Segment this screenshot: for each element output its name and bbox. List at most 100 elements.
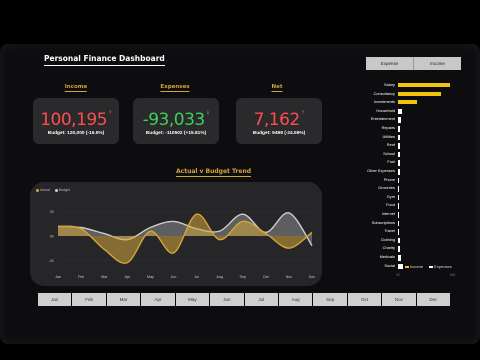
legend-income-swatch <box>405 265 409 268</box>
category-label: School <box>383 150 395 156</box>
x-tick-label: Mar <box>101 275 108 279</box>
category-label: Groceries <box>378 185 395 191</box>
category-label: Rent <box>386 142 395 148</box>
category-label: Phone <box>383 176 395 182</box>
legend-expenses[interactable]: Expenses <box>429 264 452 269</box>
x-tick-label: May <box>147 275 154 279</box>
category-label: Investments <box>374 99 395 105</box>
month-slicer-aug[interactable]: Aug <box>278 293 313 306</box>
category-bar[interactable] <box>398 212 400 218</box>
series-actual-area <box>58 214 312 264</box>
category-label: Internet <box>381 211 395 216</box>
category-bar[interactable] <box>398 246 401 252</box>
category-label: Entertainment <box>370 116 395 122</box>
category-label: Utilities <box>382 133 395 139</box>
y-tick-label: -2K <box>49 259 55 263</box>
month-slicer-dec[interactable]: Dec <box>416 293 451 306</box>
legend-income-label: Income <box>410 264 424 269</box>
legend-budget-label: Budget <box>58 188 70 192</box>
income-value: 100,195↑ <box>40 110 112 130</box>
legend-expenses-label: Expenses <box>434 264 452 269</box>
category-bar[interactable] <box>398 186 400 192</box>
month-slicer-oct[interactable]: Oct <box>347 293 382 306</box>
expenses-budget: Budget: -110502 (+15.81%) <box>145 131 207 136</box>
category-bar[interactable] <box>398 151 400 158</box>
x-tick-label: Jul <box>194 275 199 279</box>
legend-income[interactable]: Income <box>405 264 423 269</box>
category-label: Medicals <box>379 254 395 259</box>
net-budget: Budget: 9498 (-24.59%) <box>252 131 306 136</box>
month-slicer-may[interactable]: May <box>175 293 210 306</box>
category-bar[interactable] <box>398 126 401 132</box>
x-tick-label: Apr <box>124 275 130 279</box>
x-tick-label: Aug <box>216 275 222 279</box>
category-bar[interactable] <box>398 169 400 175</box>
type-toggle: Expense Income <box>366 57 461 70</box>
page-title: Personal Finance Dashboard <box>44 54 165 66</box>
category-label: Other Expenses <box>367 168 395 173</box>
category-bar-chart: Salary Consultancy Investments Household Ent… <box>334 80 466 280</box>
category-bar[interactable] <box>398 203 400 209</box>
x-tick-label: Feb <box>78 275 84 279</box>
category-label: Charity <box>382 245 395 251</box>
month-slicer-nov[interactable]: Nov <box>382 293 416 306</box>
category-bar[interactable] <box>398 255 402 261</box>
month-slicer-jul[interactable]: Jul <box>244 293 278 306</box>
legend-expenses-swatch <box>429 265 434 268</box>
x-axis-label: 0K <box>396 273 400 278</box>
x-tick-label: Jun <box>171 275 177 279</box>
trend-chart-title: Actual v Budget Trend <box>176 168 252 177</box>
month-slicer: Jan Feb Mar Apr May Jun Jul Aug Sep Oct Nov Dec <box>38 293 451 306</box>
expenses-kpi-card: -93,033↓ Budget: -110502 (+15.81%) <box>133 98 219 144</box>
net-kpi-label: Net <box>271 84 283 92</box>
category-bar[interactable] <box>398 229 399 235</box>
legend-budget[interactable]: Budget <box>54 188 70 192</box>
income-kpi-card: 100,195↑ Budget: 120,000 (-16.5%) <box>33 98 119 144</box>
month-slicer-sep[interactable]: Sep <box>313 293 347 306</box>
legend-actual-swatch <box>36 188 39 192</box>
category-label: Consultancy <box>373 90 395 96</box>
category-bar[interactable] <box>398 160 400 166</box>
x-tick-label: Jan <box>55 275 61 279</box>
category-bar[interactable] <box>398 194 400 201</box>
category-bar[interactable] <box>398 108 402 115</box>
category-label: Subscriptions <box>371 219 395 225</box>
month-slicer-feb[interactable]: Feb <box>72 293 106 306</box>
month-slicer-jan[interactable]: Jan <box>38 293 72 306</box>
category-bar[interactable] <box>398 143 400 149</box>
x-axis-label: 50K <box>450 273 456 278</box>
trend-chart: 2K 0K -2K Jan Feb Mar Apr May Jun Jul Aug Sep Oct Nov… <box>49 210 316 279</box>
y-tick-label: 2K <box>50 210 55 214</box>
category-bar[interactable] <box>398 237 400 244</box>
income-kpi-label: Income <box>64 84 88 92</box>
category-bar[interactable] <box>398 220 399 227</box>
category-label: Repairs <box>381 125 395 130</box>
category-label: Clothing <box>380 236 395 242</box>
x-tick-label: Sep <box>240 275 246 279</box>
category-bar[interactable] <box>398 100 418 105</box>
category-bar[interactable] <box>398 263 403 270</box>
category-bar[interactable] <box>398 83 450 87</box>
month-slicer-apr[interactable]: Apr <box>141 293 175 306</box>
category-bar[interactable] <box>398 117 401 123</box>
month-slicer-mar[interactable]: Mar <box>106 293 141 306</box>
category-bar[interactable] <box>398 177 400 184</box>
category-label: Gym <box>386 193 395 199</box>
legend-actual-label: Actual <box>40 188 50 192</box>
legend-budget-swatch <box>54 188 58 192</box>
trend-legend: Actual Budget <box>36 188 70 192</box>
income-toggle-button[interactable]: Income <box>414 57 461 70</box>
expense-toggle-button[interactable]: Expense <box>366 57 414 70</box>
y-tick-label: 0K <box>50 235 55 239</box>
category-legend: Income Expenses <box>405 264 452 269</box>
category-bar[interactable] <box>398 134 401 141</box>
category-label: Social <box>384 262 395 268</box>
expenses-kpi-label: Expenses <box>160 84 190 92</box>
month-slicer-jun[interactable]: Jun <box>210 293 244 306</box>
category-label: Household <box>376 107 395 113</box>
x-tick-label: Dec <box>309 275 316 279</box>
x-tick-label: Oct <box>263 275 269 279</box>
legend-actual[interactable]: Actual <box>36 188 50 192</box>
category-bar[interactable] <box>398 91 442 96</box>
category-label: Fuel <box>387 159 395 165</box>
